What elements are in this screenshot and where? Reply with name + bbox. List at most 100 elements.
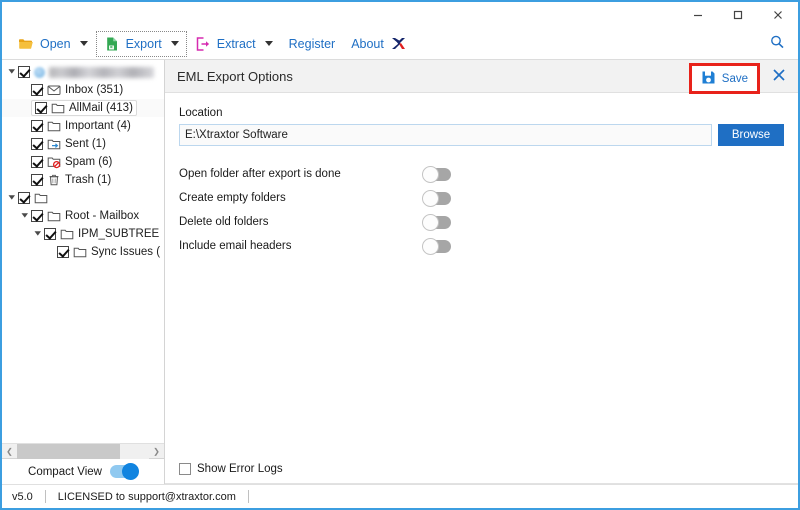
toolbar-button-export[interactable]: Export — [95, 30, 187, 57]
main-toolbar: Open Export Extract Register About — [2, 28, 798, 60]
export-option-toggle[interactable] — [422, 165, 451, 183]
tree-node[interactable]: Sync Issues ( — [2, 243, 164, 261]
show-error-logs-checkbox[interactable] — [179, 462, 191, 475]
export-options-panel: EML Export Options Save Location E:\Xtra… — [165, 60, 798, 484]
export-option-toggle[interactable] — [422, 213, 451, 231]
toggle-knob — [422, 213, 439, 231]
trash-icon — [47, 173, 61, 187]
chevron-down-icon[interactable] — [170, 41, 179, 46]
redacted-account-email — [49, 66, 154, 78]
status-divider — [247, 490, 249, 503]
chevron-expanded-icon[interactable] — [19, 211, 31, 221]
search-icon — [769, 34, 785, 55]
envelope-icon — [47, 83, 61, 97]
tree-node[interactable]: Inbox (351) — [2, 81, 164, 99]
folder-spam-icon — [47, 155, 61, 169]
export-option-row: Include email headers — [179, 234, 451, 258]
tree-node[interactable]: Sent (1) — [2, 135, 164, 153]
license-text: LICENSED to support@xtraxtor.com — [57, 490, 236, 503]
tree-node-checkbox[interactable] — [35, 102, 47, 114]
toolbar-button-register[interactable]: Register — [281, 31, 344, 57]
tree-node[interactable]: Important (4) — [2, 117, 164, 135]
tree-node-checkbox[interactable] — [18, 192, 30, 204]
panel-header: EML Export Options Save — [165, 60, 798, 94]
tree-node-checkbox[interactable] — [57, 246, 69, 258]
status-divider — [44, 490, 46, 503]
toolbar-label-open: Open — [40, 36, 71, 51]
tree-node[interactable] — [2, 63, 164, 81]
tree-node-label: Trash (1) — [65, 174, 112, 186]
tree-node-checkbox[interactable] — [31, 84, 43, 96]
export-option-label: Include email headers — [179, 240, 292, 252]
chevron-expanded-icon[interactable] — [6, 67, 18, 77]
toggle-knob — [422, 237, 439, 255]
export-option-row: Create empty folders — [179, 186, 451, 210]
chevron-down-icon[interactable] — [79, 41, 88, 46]
tree-node[interactable]: IPM_SUBTREE — [2, 225, 164, 243]
export-file-icon — [104, 36, 120, 52]
chevron-expanded-icon[interactable] — [32, 229, 44, 239]
tree-node-checkbox[interactable] — [31, 174, 43, 186]
toolbar-button-extract[interactable]: Extract — [187, 31, 281, 57]
extract-icon — [195, 36, 211, 52]
tree-node-label: Root - Mailbox — [65, 210, 140, 222]
tree-node-checkbox[interactable] — [31, 156, 43, 168]
scroll-left-icon[interactable]: ❮ — [2, 444, 17, 459]
export-option-label: Delete old folders — [179, 216, 269, 228]
maximize-button[interactable] — [718, 2, 758, 28]
tree-node-checkbox[interactable] — [31, 210, 43, 222]
tree-horizontal-scrollbar[interactable]: ❮ ❯ — [2, 443, 164, 459]
show-error-logs-row[interactable]: Show Error Logs — [165, 454, 798, 484]
panel-close-button[interactable] — [768, 66, 790, 88]
tree-node[interactable]: Spam (6) — [2, 153, 164, 171]
tree-node[interactable]: Root - Mailbox — [2, 207, 164, 225]
search-button[interactable] — [766, 33, 788, 55]
folder-icon — [47, 119, 61, 133]
location-input[interactable]: E:\Xtraxtor Software — [179, 124, 712, 146]
scroll-thumb[interactable] — [17, 443, 120, 459]
chevron-down-icon[interactable] — [264, 41, 273, 46]
browse-button[interactable]: Browse — [718, 124, 784, 146]
export-option-toggle[interactable] — [422, 189, 451, 207]
tree-node-content: Important (4) — [31, 119, 131, 133]
close-icon — [771, 67, 787, 88]
toolbar-button-about[interactable]: About — [343, 31, 415, 57]
save-button[interactable]: Save — [691, 66, 757, 91]
compact-view-toggle[interactable] — [109, 463, 139, 480]
toggle-knob — [422, 165, 439, 183]
folder-icon — [51, 101, 65, 115]
tree-node[interactable]: Trash (1) — [2, 171, 164, 189]
tree-node-checkbox[interactable] — [44, 228, 56, 240]
toolbar-label-extract: Extract — [216, 36, 256, 51]
main-body: Inbox (351) AllMail (413) Important (4) Sen… — [2, 60, 798, 484]
close-button[interactable] — [758, 2, 798, 28]
tree-node[interactable] — [2, 189, 164, 207]
compact-view-label: Compact View — [28, 465, 102, 478]
tree-node-label: AllMail (413) — [69, 102, 133, 114]
tree-node-content: Inbox (351) — [31, 83, 123, 97]
export-option-toggle[interactable] — [422, 237, 451, 255]
minimize-button[interactable] — [678, 2, 718, 28]
location-label: Location — [179, 107, 223, 119]
tree-node-checkbox[interactable] — [31, 138, 43, 150]
tree-node-label: IPM_SUBTREE — [78, 228, 160, 240]
tree-node[interactable]: AllMail (413) — [2, 99, 164, 117]
save-floppy-icon — [701, 70, 716, 88]
toggle-knob — [422, 189, 439, 207]
tree-node-checkbox[interactable] — [18, 66, 30, 78]
tree-node-content: Root - Mailbox — [31, 209, 139, 223]
folder-tree[interactable]: Inbox (351) AllMail (413) Important (4) Sen… — [2, 60, 164, 443]
page-title: EML Export Options — [177, 68, 293, 84]
export-option-row: Delete old folders — [179, 210, 451, 234]
toolbar-button-open[interactable]: Open — [10, 31, 96, 57]
scroll-right-icon[interactable]: ❯ — [149, 444, 164, 459]
tree-node-label: Sent (1) — [65, 138, 106, 150]
toolbar-label-about: About — [351, 36, 384, 51]
tree-node-checkbox[interactable] — [31, 120, 43, 132]
title-bar — [2, 2, 798, 28]
save-highlight-box: Save — [688, 63, 760, 94]
chevron-expanded-icon[interactable] — [6, 193, 18, 203]
export-option-label: Create empty folders — [179, 192, 286, 204]
show-error-logs-label: Show Error Logs — [197, 462, 283, 475]
scroll-track[interactable] — [17, 443, 149, 459]
